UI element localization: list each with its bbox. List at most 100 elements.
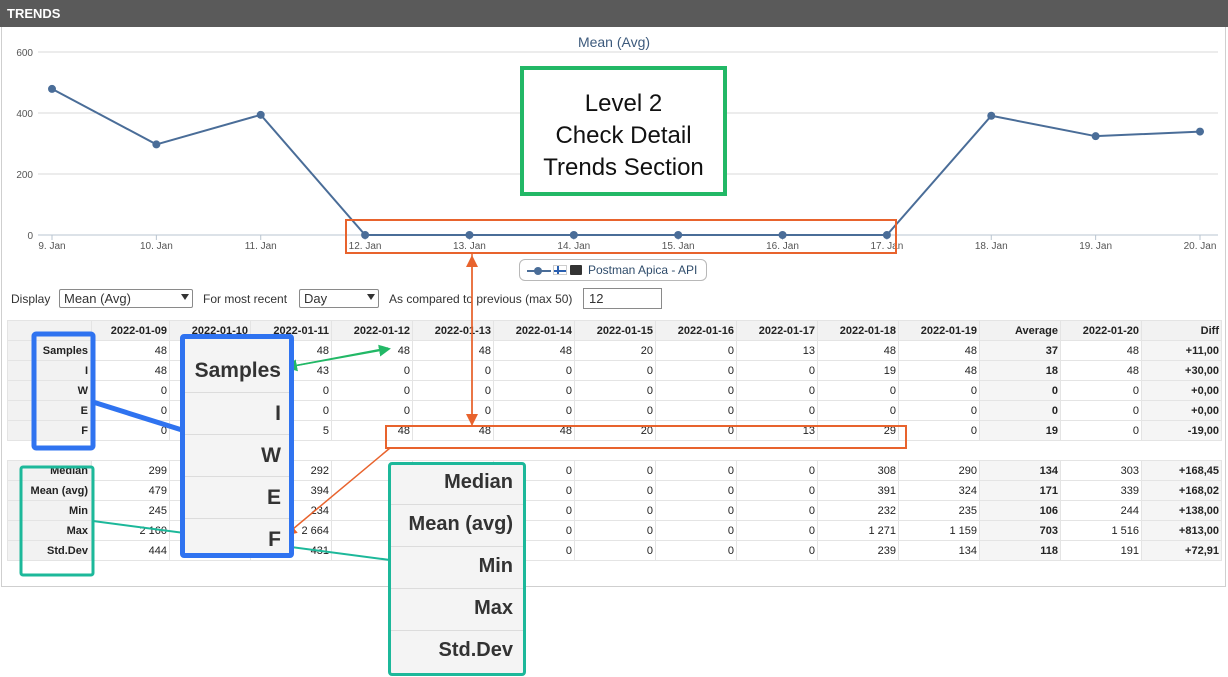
data-point	[882, 231, 891, 239]
table-cell: 232	[817, 500, 899, 521]
y-tick-label: 600	[16, 48, 33, 59]
table-cell: 0	[91, 420, 170, 441]
table-cell: 0	[574, 500, 656, 521]
column-header: 2022-01-15	[574, 320, 656, 341]
table-cell: 13	[736, 420, 818, 441]
table-cell: 0	[493, 360, 575, 381]
table-cell: +168,02	[1141, 480, 1222, 501]
row-label: Mean (avg)	[7, 480, 92, 501]
data-point	[569, 231, 578, 239]
x-tick-label: 10. Jan	[140, 241, 173, 252]
display-label: Display	[11, 292, 51, 306]
panel-title: TRENDS	[7, 6, 61, 21]
table-cell: 0	[1060, 380, 1142, 401]
zoom-label-samples: Samples	[194, 359, 281, 382]
row-label: Min	[7, 500, 92, 521]
table-cell: 48	[91, 340, 170, 361]
table-cell: +11,00	[1141, 340, 1222, 361]
chart-legend[interactable]: Postman Apica - API	[519, 259, 707, 281]
x-tick-label: 14. Jan	[557, 241, 590, 252]
row-label: W	[7, 380, 92, 401]
table-cell: 0	[655, 380, 737, 401]
table-cell: +0,00	[1141, 380, 1222, 401]
table-cell: 0	[412, 360, 494, 381]
table-cell: 48	[91, 360, 170, 381]
x-tick-label: 18. Jan	[975, 241, 1008, 252]
table-cell: 1 516	[1060, 520, 1142, 541]
column-header: Diff	[1141, 320, 1222, 341]
table-cell: 0	[898, 420, 980, 441]
table-cell: 0	[655, 480, 737, 501]
legend-label: Postman Apica - API	[588, 263, 698, 277]
recent-select[interactable]: Day	[299, 289, 379, 308]
zoom-label-mean: Mean (avg)	[408, 513, 513, 535]
table-cell: 0	[574, 380, 656, 401]
table-cell: 0	[898, 400, 980, 421]
table-cell: 13	[736, 340, 818, 361]
data-point	[674, 231, 683, 239]
table-cell: 0	[655, 340, 737, 361]
table-cell: 0	[655, 540, 737, 561]
table-cell: 48	[1060, 340, 1142, 361]
x-tick-label: 20. Jan	[1184, 241, 1217, 252]
table-cell: 391	[817, 480, 899, 501]
table-cell: 324	[898, 480, 980, 501]
table-cell: 0	[979, 380, 1061, 401]
table-cell: 0	[331, 400, 413, 421]
column-header: Average	[979, 320, 1061, 341]
table-cell: 118	[979, 540, 1061, 561]
table-cell: 0	[736, 380, 818, 401]
row-label: Std.Dev	[7, 540, 92, 561]
table-cell: 0	[1060, 420, 1142, 441]
table-cell: 0	[655, 460, 737, 481]
column-header: 2022-01-14	[493, 320, 575, 341]
table-cell: 703	[979, 520, 1061, 541]
table-cell: 0	[817, 400, 899, 421]
table-cell: 48	[898, 360, 980, 381]
table-cell: 1 271	[817, 520, 899, 541]
table-cell: 19	[979, 420, 1061, 441]
table-cell: 0	[898, 380, 980, 401]
chevron-down-icon	[367, 294, 375, 300]
data-point	[256, 110, 265, 119]
x-tick-label: 9. Jan	[38, 241, 65, 252]
table-cell: 0	[574, 520, 656, 541]
table-cell: 48	[1060, 360, 1142, 381]
table-cell: 0	[331, 360, 413, 381]
y-tick-label: 400	[16, 109, 33, 120]
table-cell: 2 160	[91, 520, 170, 541]
zoom-label-f: F	[268, 528, 281, 551]
display-select-value: Mean (Avg)	[64, 291, 131, 306]
table-cell: 191	[1060, 540, 1142, 561]
table-cell: 106	[979, 500, 1061, 521]
zoom-label-median: Median	[444, 471, 513, 493]
column-header: 2022-01-13	[412, 320, 494, 341]
table-cell: 0	[736, 500, 818, 521]
display-select[interactable]: Mean (Avg)	[59, 289, 193, 308]
table-cell: 20	[574, 420, 656, 441]
table-cell: 479	[91, 480, 170, 501]
table-cell: 20	[574, 340, 656, 361]
table-cell: 0	[493, 400, 575, 421]
table-cell: 0	[1060, 400, 1142, 421]
table-cell: 0	[574, 480, 656, 501]
row-label: Median	[7, 460, 92, 481]
terminal-icon	[570, 265, 582, 275]
zoom-label-i: I	[275, 402, 281, 425]
table-cell: 0	[574, 540, 656, 561]
table-cell: +30,00	[1141, 360, 1222, 381]
table-cell: 0	[655, 420, 737, 441]
row-label: I	[7, 360, 92, 381]
recent-select-value: Day	[304, 291, 328, 306]
table-cell: 0	[91, 380, 170, 401]
recent-label: For most recent	[203, 292, 288, 306]
table-cell: 0	[91, 400, 170, 421]
x-tick-label: 11. Jan	[245, 241, 277, 252]
row-label: Max	[7, 520, 92, 541]
data-point	[465, 231, 474, 239]
compare-count-input[interactable]: 12	[583, 288, 662, 309]
x-tick-label: 19. Jan	[1079, 241, 1112, 252]
table-cell: 0	[574, 360, 656, 381]
table-cell: 48	[412, 420, 494, 441]
table-cell: 0	[412, 400, 494, 421]
